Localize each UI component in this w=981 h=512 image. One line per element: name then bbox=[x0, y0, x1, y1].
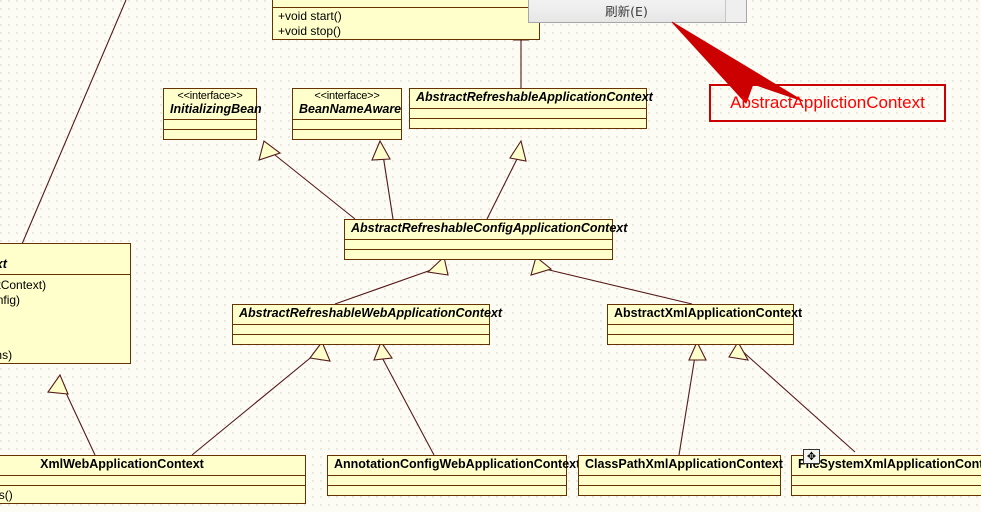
method-spacer bbox=[0, 335, 125, 348]
class-name: AbstractRefreshableWebApplicationContext bbox=[239, 306, 503, 320]
context-menu-scroll-area[interactable] bbox=[725, 0, 746, 22]
methods-compartment bbox=[164, 130, 256, 139]
class-box-abstractrefreshableconfigapplicationcontext[interactable]: AbstractRefreshableConfigApplicationCont… bbox=[344, 219, 627, 260]
method-line: ig() bbox=[0, 307, 125, 321]
attributes-compartment bbox=[345, 240, 612, 249]
class-name: ClassPathXmlApplicationContext bbox=[585, 457, 783, 471]
arrowhead-arwac-left bbox=[309, 340, 331, 362]
method-line: igLocations() bbox=[0, 487, 13, 502]
annotation-text: AbstractApplictionContext bbox=[730, 93, 925, 112]
class-box-lifecycle[interactable]: <<interface>> Lifecycle +void start() +v… bbox=[272, 0, 540, 40]
methods-compartment bbox=[293, 130, 401, 139]
class-header-abstractxmlapplicationcontext: AbstractXmlApplicationContext bbox=[608, 305, 802, 324]
move-cursor-glyph: ✥ bbox=[806, 450, 817, 463]
context-menu-item-refresh[interactable]: 刷新(E) bbox=[529, 1, 746, 20]
edge-cpxac-to-axac bbox=[678, 349, 697, 456]
class-name: AbstractRefreshableApplicationContext bbox=[416, 90, 653, 104]
attributes-compartment bbox=[293, 120, 401, 129]
arrowhead-cwac bbox=[47, 373, 69, 395]
move-cursor-icon: ✥ bbox=[803, 449, 820, 464]
attributes-compartment bbox=[579, 476, 780, 485]
class-box-abstractrefreshableapplicationcontext[interactable]: AbstractRefreshableApplicationContext bbox=[409, 88, 653, 129]
edge-xwac-to-arwac bbox=[191, 349, 321, 456]
class-header-classpathxmlapplicationcontext: ClassPathXmlApplicationContext bbox=[579, 456, 783, 475]
class-name: plicationContext bbox=[0, 256, 7, 271]
methods-compartment bbox=[410, 119, 646, 128]
methods-compartment bbox=[608, 335, 793, 344]
class-header-abstractrefreshablewebapplicationcontext: AbstractRefreshableWebApplicationContext bbox=[233, 305, 502, 324]
class-header-beannameaware: <<interface>> BeanNameAware bbox=[293, 89, 402, 120]
class-name: BeanNameAware bbox=[299, 101, 402, 116]
methods-compartment bbox=[579, 486, 780, 495]
edge-arcac-to-initializingbean bbox=[274, 154, 356, 220]
edge-fsxac-to-axac bbox=[740, 349, 856, 453]
class-header-abstractrefreshableapplicationcontext: AbstractRefreshableApplicationContext bbox=[410, 89, 653, 108]
class-box-configurablewebapplicationcontext[interactable]: ce>> plicationContext letContext servlet… bbox=[0, 243, 131, 365]
arrowhead-axac-left bbox=[688, 340, 707, 361]
methods-compartment bbox=[233, 335, 489, 344]
class-name: InitializingBean bbox=[170, 101, 262, 116]
method-line: +void start() bbox=[278, 9, 342, 24]
class-name: AnnotationConfigWebApplicationContext bbox=[334, 457, 581, 471]
class-name: AbstractRefreshableConfigApplicationCont… bbox=[351, 221, 628, 235]
method-line: letContext servletContext) bbox=[0, 278, 47, 293]
methods-compartment: letContext servletContext) Config servle… bbox=[0, 275, 130, 363]
class-name: FileSystemXmlApplicationContex bbox=[798, 457, 981, 471]
class-box-beannameaware[interactable]: <<interface>> BeanNameAware bbox=[292, 88, 402, 141]
attributes-compartment bbox=[0, 476, 305, 485]
edge-arwac-to-arcac bbox=[334, 268, 435, 305]
edge-arcac-to-beannameaware bbox=[382, 154, 394, 220]
attributes-compartment bbox=[792, 476, 981, 485]
class-box-abstractrefreshablewebapplicationcontext[interactable]: AbstractRefreshableWebApplicationContext bbox=[232, 304, 502, 345]
arrowhead-beannameaware bbox=[371, 139, 391, 161]
context-menu[interactable]: 刷新(E) bbox=[528, 0, 747, 23]
class-name: XmlWebApplicationContext bbox=[40, 457, 204, 471]
arrowhead-initializingbean bbox=[258, 140, 282, 161]
methods-compartment: +void start() +void stop() bbox=[273, 8, 539, 38]
arrowhead-arcac-left bbox=[426, 255, 449, 276]
class-box-xmlwebapplicationcontext[interactable]: XmlWebApplicationContext igLocations() bbox=[0, 455, 306, 504]
attributes-compartment bbox=[410, 109, 646, 118]
methods-compartment bbox=[792, 486, 981, 495]
arrowhead-arwac-right bbox=[373, 340, 393, 361]
annotation-label-box: AbstractApplictionContext bbox=[709, 84, 946, 122]
edge-xwac-to-cwac bbox=[59, 379, 96, 456]
class-header-filesystemxmlapplicationcontext: FileSystemXmlApplicationContex bbox=[792, 456, 981, 475]
arrowhead-axac-right bbox=[728, 340, 750, 361]
attributes-compartment bbox=[233, 325, 489, 334]
arrowhead-arcac-right bbox=[530, 256, 553, 276]
class-box-abstractxmlapplicationcontext[interactable]: AbstractXmlApplicationContext bbox=[607, 304, 802, 345]
method-line: +void stop() bbox=[278, 23, 342, 38]
class-header-annotationconfigwebapplicationcontext: AnnotationConfigWebApplicationContext bbox=[328, 456, 580, 475]
edge-acwac-to-arwac bbox=[377, 349, 435, 456]
attributes-compartment bbox=[273, 0, 539, 7]
attributes-compartment bbox=[328, 476, 566, 485]
diagram-canvas: <<interface>> Lifecycle +void start() +v… bbox=[0, 0, 981, 512]
class-box-classpathxmlapplicationcontext[interactable]: ClassPathXmlApplicationContext bbox=[578, 455, 783, 496]
method-line: g[] configLocations) bbox=[0, 348, 13, 362]
methods-compartment: igLocations() bbox=[0, 486, 305, 503]
class-stereotype: ce>> bbox=[0, 246, 124, 258]
class-name: AbstractXmlApplicationContext bbox=[614, 306, 803, 320]
arrowhead-arac bbox=[509, 139, 527, 162]
class-box-annotationconfigwebapplicationcontext[interactable]: AnnotationConfigWebApplicationContext bbox=[327, 455, 580, 496]
methods-compartment bbox=[328, 486, 566, 495]
class-header-configurablewebapplicationcontext: ce>> plicationContext bbox=[0, 244, 130, 275]
class-header-initializingbean: <<interface>> InitializingBean bbox=[164, 89, 262, 120]
class-header-abstractrefreshableconfigapplicationcontext: AbstractRefreshableConfigApplicationCont… bbox=[345, 220, 627, 239]
method-line: mespace) bbox=[0, 321, 125, 335]
class-box-initializingbean[interactable]: <<interface>> InitializingBean bbox=[163, 88, 262, 141]
attributes-compartment bbox=[164, 120, 256, 129]
attributes-compartment bbox=[608, 325, 793, 334]
method-line: Config servletConfig) bbox=[0, 292, 21, 307]
edge-arcac-to-arac bbox=[486, 154, 520, 220]
edge-axac-to-arcac bbox=[544, 268, 693, 305]
class-header-xmlwebapplicationcontext: XmlWebApplicationContext bbox=[0, 456, 305, 475]
methods-compartment bbox=[345, 250, 612, 259]
edge-long-diagonal bbox=[21, 0, 127, 245]
